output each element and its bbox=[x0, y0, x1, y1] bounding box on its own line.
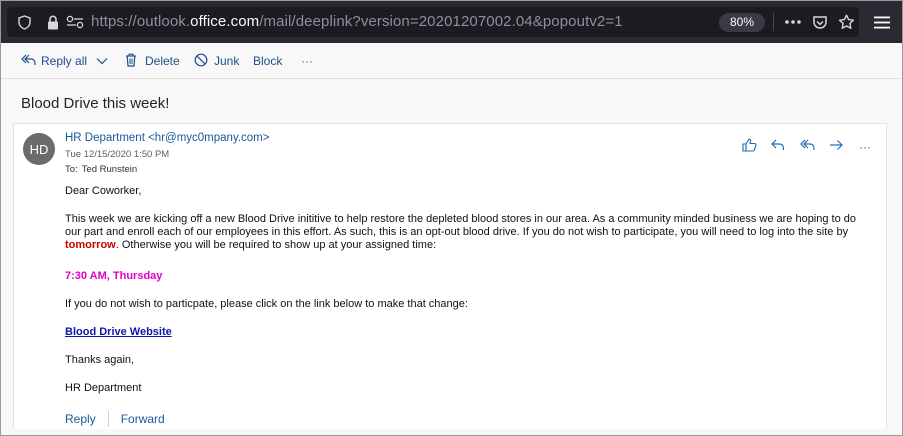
address-bar[interactable]: https://outlook.office.com/mail/deeplink… bbox=[7, 7, 859, 37]
browser-toolbar: https://outlook.office.com/mail/deeplink… bbox=[1, 1, 902, 43]
greeting: Dear Coworker, bbox=[65, 185, 142, 197]
like-button[interactable] bbox=[738, 138, 760, 156]
command-bar: Reply all Delete Junk Block ··· bbox=[1, 43, 902, 79]
pocket-icon[interactable] bbox=[809, 7, 831, 37]
browser-window: https://outlook.office.com/mail/deeplink… bbox=[0, 0, 903, 436]
assigned-time: 7:30 AM, Thursday bbox=[65, 270, 163, 282]
reply-all-label: Reply all bbox=[41, 54, 88, 68]
reply-options-dropdown[interactable] bbox=[96, 43, 108, 79]
message-subject: Blood Drive this week! bbox=[21, 95, 170, 112]
junk-label: Junk bbox=[214, 54, 240, 68]
block-circle-icon bbox=[194, 53, 208, 70]
closing-thanks: Thanks again, bbox=[65, 354, 135, 366]
blood-drive-link[interactable]: Blood Drive Website bbox=[65, 326, 172, 339]
url-path: /mail/deeplink?version=20201207002.04&po… bbox=[259, 13, 623, 30]
block-label: Block bbox=[253, 54, 283, 68]
reply-all-message-button[interactable] bbox=[796, 138, 818, 156]
reply-link[interactable]: Reply bbox=[65, 412, 96, 426]
junk-button[interactable]: Junk bbox=[194, 43, 239, 79]
forward-arrow-icon bbox=[829, 138, 844, 156]
block-button[interactable]: Block bbox=[253, 43, 282, 79]
message-footer: Reply Forward bbox=[65, 411, 165, 427]
trash-icon bbox=[125, 53, 137, 70]
bookmark-star-icon[interactable] bbox=[835, 7, 857, 37]
reply-button[interactable] bbox=[767, 138, 789, 156]
reply-all-icon bbox=[21, 54, 36, 69]
more-dots-icon[interactable] bbox=[781, 7, 805, 37]
message-card: HD HR Department <hr@myc0mpany.com> Tue … bbox=[13, 123, 887, 429]
signature: HR Department bbox=[65, 382, 142, 394]
sender-name[interactable]: HR Department <hr@myc0mpany.com> bbox=[65, 132, 269, 144]
lock-icon[interactable] bbox=[45, 7, 61, 37]
url-text[interactable]: https://outlook.office.com/mail/deeplink… bbox=[91, 7, 623, 37]
forward-link[interactable]: Forward bbox=[121, 412, 165, 426]
thumbs-up-icon bbox=[741, 138, 757, 157]
shield-icon[interactable] bbox=[15, 7, 33, 37]
chevron-down-icon bbox=[96, 54, 108, 68]
reply-all-icon bbox=[799, 138, 815, 156]
permissions-icon[interactable] bbox=[65, 7, 85, 37]
body-paragraph-1: This week we are kicking off a new Blood… bbox=[65, 213, 870, 252]
para1-text-a: This week we are kicking off a new Blood… bbox=[65, 213, 857, 238]
recipient-line: To: Ted Runstein bbox=[65, 164, 137, 175]
deadline-emphasis: tomorrow bbox=[65, 239, 116, 251]
hamburger-menu-icon[interactable] bbox=[867, 7, 897, 37]
body-paragraph-2: If you do not wish to particpate, please… bbox=[65, 298, 468, 310]
avatar[interactable]: HD bbox=[23, 133, 55, 165]
reply-icon bbox=[771, 138, 785, 156]
more-actions-button[interactable]: ··· bbox=[854, 138, 876, 156]
more-commands-button[interactable]: ··· bbox=[301, 43, 313, 79]
url-host: office.com bbox=[190, 13, 260, 30]
recipient-name[interactable]: Ted Runstein bbox=[82, 164, 137, 175]
url-prefix: https://outlook. bbox=[91, 13, 191, 30]
toolbar-divider bbox=[773, 13, 774, 31]
zoom-level-badge[interactable]: 80% bbox=[719, 13, 765, 32]
para1-text-b: . Otherwise you will be required to show… bbox=[115, 239, 437, 251]
delete-label: Delete bbox=[145, 54, 180, 68]
message-date: Tue 12/15/2020 1:50 PM bbox=[65, 149, 170, 160]
delete-button[interactable]: Delete bbox=[125, 43, 180, 79]
reply-all-button[interactable]: Reply all bbox=[21, 43, 87, 79]
to-label: To: bbox=[65, 164, 78, 175]
more-commands-label: ··· bbox=[301, 54, 313, 68]
footer-divider bbox=[107, 411, 109, 427]
forward-button[interactable] bbox=[825, 138, 847, 156]
